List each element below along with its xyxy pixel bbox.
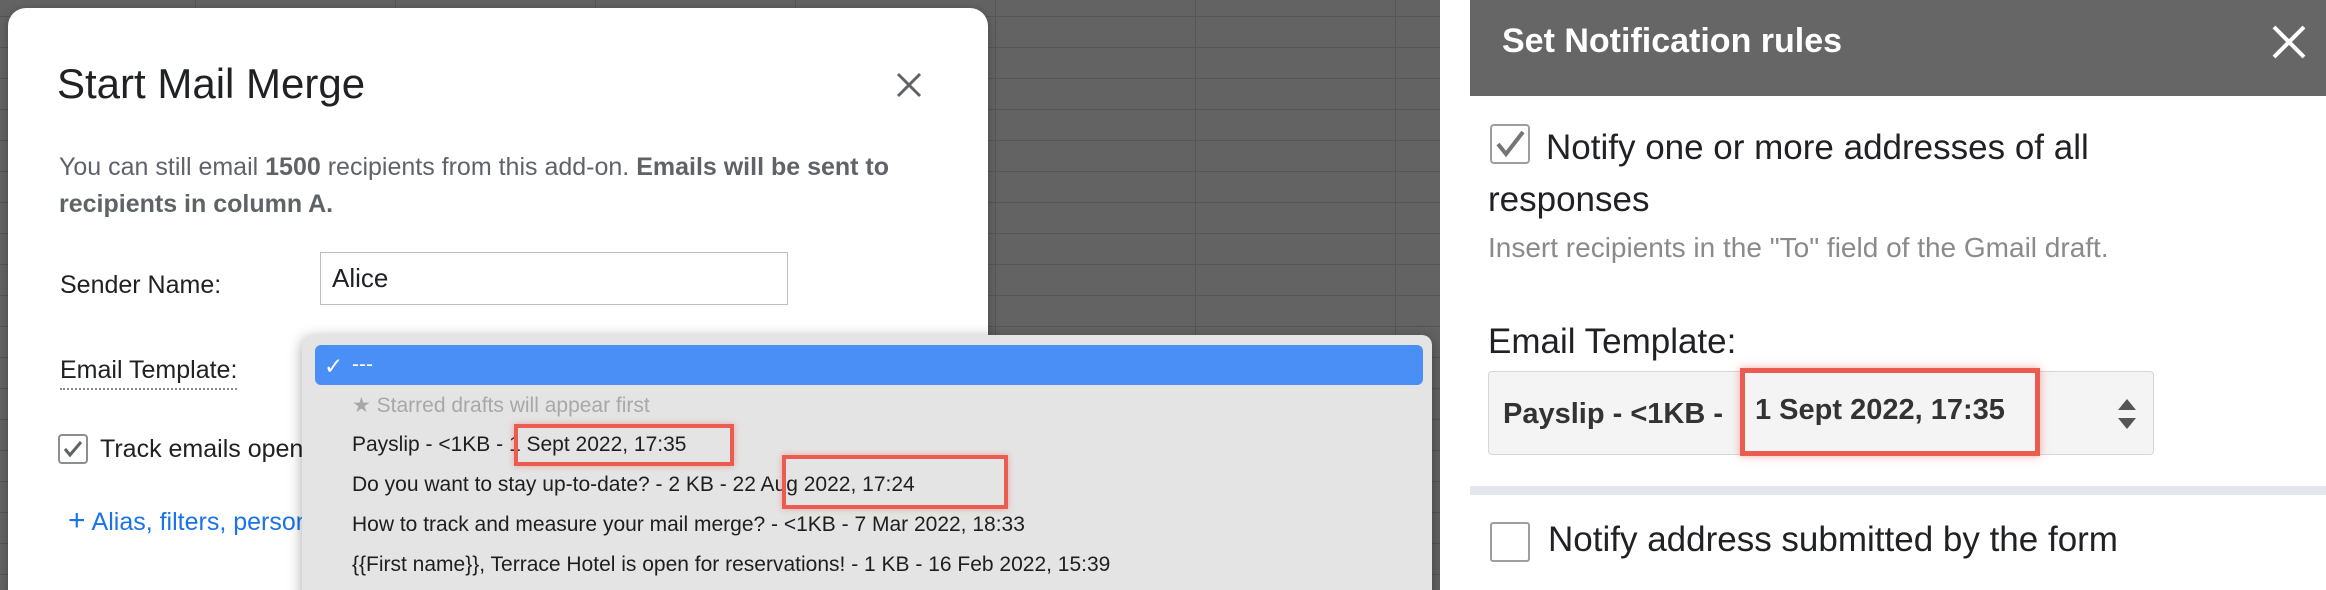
dropdown-option-terrace-hotel[interactable]: {{First name}}, Terrace Hotel is open fo… [302, 545, 1432, 585]
close-icon[interactable] [892, 68, 926, 102]
remaining-recipients-count: 1500 [265, 153, 321, 181]
selected-template-date: 1 Sept 2022, 17:35 [1755, 394, 2005, 426]
date-highlight-box [782, 455, 1008, 509]
info-middle: recipients from this add-on. [320, 153, 637, 181]
notify-submitter-checkbox[interactable] [1490, 522, 1530, 562]
email-template-label: Email Template: [60, 356, 238, 390]
mail-merge-screen: Start Mail Merge You can still email 150… [0, 0, 1440, 590]
notification-rules-panel: Set Notification rules Notify one or mor… [1470, 0, 2326, 590]
notify-submitter-label: Notify address submitted by the form [1548, 520, 2118, 559]
dropdown-option-label: {{First name}}, Terrace Hotel is open fo… [352, 553, 1111, 576]
sender-name-input[interactable] [320, 252, 788, 305]
dropdown-option-label: ★ Starred drafts will appear first [352, 394, 650, 417]
email-template-dropdown-menu: ✓ --- ★ Starred drafts will appear first… [302, 335, 1432, 590]
dropdown-option-label: How to track and measure your mail merge… [352, 513, 1025, 536]
track-emails-label: Track emails opened [100, 434, 332, 463]
dropdown-option-track-measure[interactable]: How to track and measure your mail merge… [302, 505, 1432, 545]
date-highlight-box [514, 424, 734, 466]
notify-all-label: Notify one or more addresses of all resp… [1488, 128, 2089, 219]
panel-title: Set Notification rules [1502, 22, 1843, 60]
notify-all-help-text: Insert recipients in the "To" field of t… [1488, 232, 2109, 263]
dropdown-option-label: --- [352, 353, 373, 376]
date-highlight-box: 1 Sept 2022, 17:35 [1740, 368, 2040, 456]
track-emails-row[interactable]: Track emails opened [58, 434, 331, 464]
dialog-title: Start Mail Merge [57, 60, 366, 107]
close-icon[interactable] [2269, 22, 2309, 62]
dropdown-option-starred-hint: ★ Starred drafts will appear first [302, 385, 1432, 425]
section-divider [1470, 486, 2326, 495]
dropdown-option-none[interactable]: ✓ --- [315, 345, 1423, 385]
select-arrows-icon [2118, 399, 2136, 429]
quota-info-text: You can still email 1500 recipients from… [59, 149, 959, 223]
sender-name-label: Sender Name: [60, 271, 222, 299]
selected-template-name: Payslip - <1KB - [1503, 398, 1723, 430]
checkmark-icon: ✓ [324, 353, 344, 379]
track-emails-checkbox[interactable] [58, 434, 88, 464]
email-template-label: Email Template: [1488, 322, 1737, 361]
info-prefix: You can still email [59, 153, 266, 181]
panel-header: Set Notification rules [1470, 0, 2326, 96]
plus-icon: + [68, 504, 86, 537]
